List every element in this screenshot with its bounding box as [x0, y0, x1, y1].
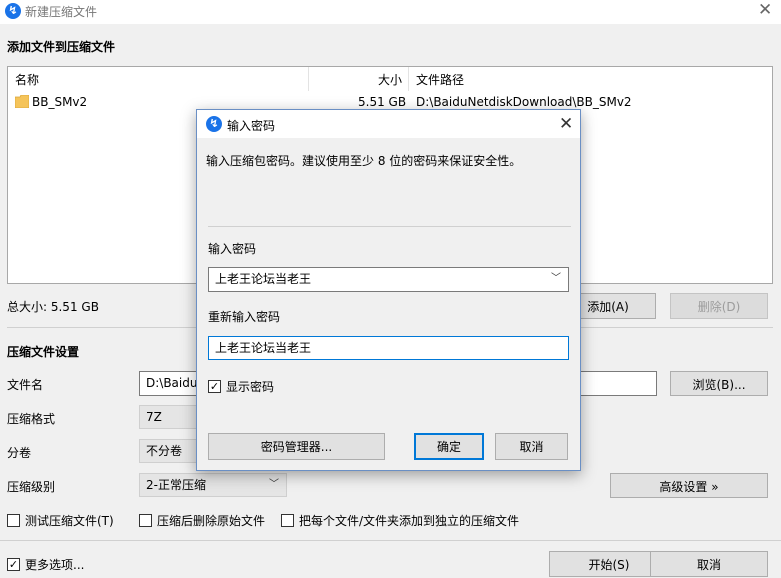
- more-options-label: 更多选项...: [25, 558, 85, 572]
- settings-section-title: 压缩文件设置: [7, 345, 80, 359]
- split-label: 分卷: [7, 446, 32, 460]
- level-select[interactable]: 2-正常压缩 ﹀: [139, 473, 287, 497]
- level-label: 压缩级别: [7, 480, 56, 494]
- total-size: 总大小: 5.51 GB: [7, 300, 99, 314]
- password-value: 上老王论坛当老王: [215, 272, 312, 286]
- row-size: 5.51 GB: [358, 95, 407, 109]
- ok-button[interactable]: 确定: [414, 433, 484, 460]
- checkmark-icon: ✓: [8, 558, 19, 571]
- delete-original-checkbox[interactable]: [139, 514, 152, 527]
- chevron-down-icon: ﹀: [269, 479, 279, 490]
- dialog-cancel-button[interactable]: 取消: [495, 433, 568, 460]
- show-password-label: 显示密码: [226, 380, 275, 394]
- checkmark-icon: ✓: [209, 380, 220, 393]
- test-checkbox[interactable]: [7, 514, 20, 527]
- confirm-password-label: 重新输入密码: [208, 310, 281, 324]
- separate-archives-option[interactable]: 把每个文件/文件夹添加到独立的压缩文件: [281, 512, 519, 529]
- dialog-hint: 输入压缩包密码。建议使用至少 8 位的密码来保证安全性。: [206, 154, 522, 168]
- format-value: 7Z: [146, 410, 162, 424]
- password-manager-button[interactable]: 密码管理器...: [208, 433, 385, 460]
- divider: [0, 540, 781, 541]
- more-options-option[interactable]: ✓ 更多选项...: [7, 556, 84, 573]
- dialog-title: 输入密码: [227, 119, 276, 133]
- app-logo-icon: ↯: [5, 3, 21, 19]
- app-logo-icon: ↯: [206, 116, 222, 132]
- window-close-icon[interactable]: ✕: [758, 2, 772, 19]
- test-archive-option[interactable]: 测试压缩文件(T): [7, 512, 114, 529]
- column-header-size[interactable]: 大小: [378, 71, 402, 88]
- format-label: 压缩格式: [7, 412, 56, 426]
- row-name: BB_SMv2: [32, 95, 88, 109]
- divider: [208, 226, 571, 227]
- test-checkbox-label: 测试压缩文件(T): [25, 514, 114, 528]
- dialog-title-bar: ↯ 输入密码 ✕: [197, 110, 580, 138]
- folder-icon: [15, 95, 29, 108]
- column-separator: [408, 67, 409, 91]
- delete-original-label: 压缩后删除原始文件: [157, 514, 266, 528]
- show-password-checkbox[interactable]: ✓: [208, 380, 221, 393]
- more-options-checkbox[interactable]: ✓: [7, 558, 20, 571]
- separate-archives-checkbox[interactable]: [281, 514, 294, 527]
- title-bar: ↯ 新建压缩文件 ✕: [0, 0, 781, 24]
- level-value: 2-正常压缩: [146, 478, 206, 492]
- split-value: 不分卷: [146, 444, 183, 458]
- row-path: D:\BaiduNetdiskDownload\BB_SMv2: [416, 95, 632, 109]
- dialog-close-icon[interactable]: ✕: [559, 116, 573, 133]
- separate-archives-label: 把每个文件/文件夹添加到独立的压缩文件: [299, 514, 520, 528]
- column-separator: [308, 67, 309, 91]
- chevron-down-icon[interactable]: ﹀: [551, 268, 561, 290]
- password-input[interactable]: 上老王论坛当老王 ﹀: [208, 267, 569, 292]
- column-header-name[interactable]: 名称: [15, 71, 39, 88]
- show-password-option[interactable]: ✓ 显示密码: [208, 378, 274, 395]
- window-title: 新建压缩文件: [25, 5, 98, 19]
- remove-button[interactable]: 删除(D): [670, 293, 768, 319]
- confirm-password-input[interactable]: 上老王论坛当老王: [208, 336, 569, 360]
- cancel-button[interactable]: 取消: [650, 551, 768, 577]
- browse-button[interactable]: 浏览(B)...: [670, 371, 768, 396]
- advanced-settings-button[interactable]: 高级设置 »: [610, 473, 768, 498]
- column-header-path[interactable]: 文件路径: [416, 71, 464, 88]
- password-dialog: ↯ 输入密码 ✕ 输入压缩包密码。建议使用至少 8 位的密码来保证安全性。 输入…: [196, 109, 581, 471]
- delete-original-option[interactable]: 压缩后删除原始文件: [139, 512, 265, 529]
- filename-label: 文件名: [7, 378, 44, 392]
- password-label: 输入密码: [208, 242, 257, 256]
- add-files-section-title: 添加文件到压缩文件: [7, 40, 116, 54]
